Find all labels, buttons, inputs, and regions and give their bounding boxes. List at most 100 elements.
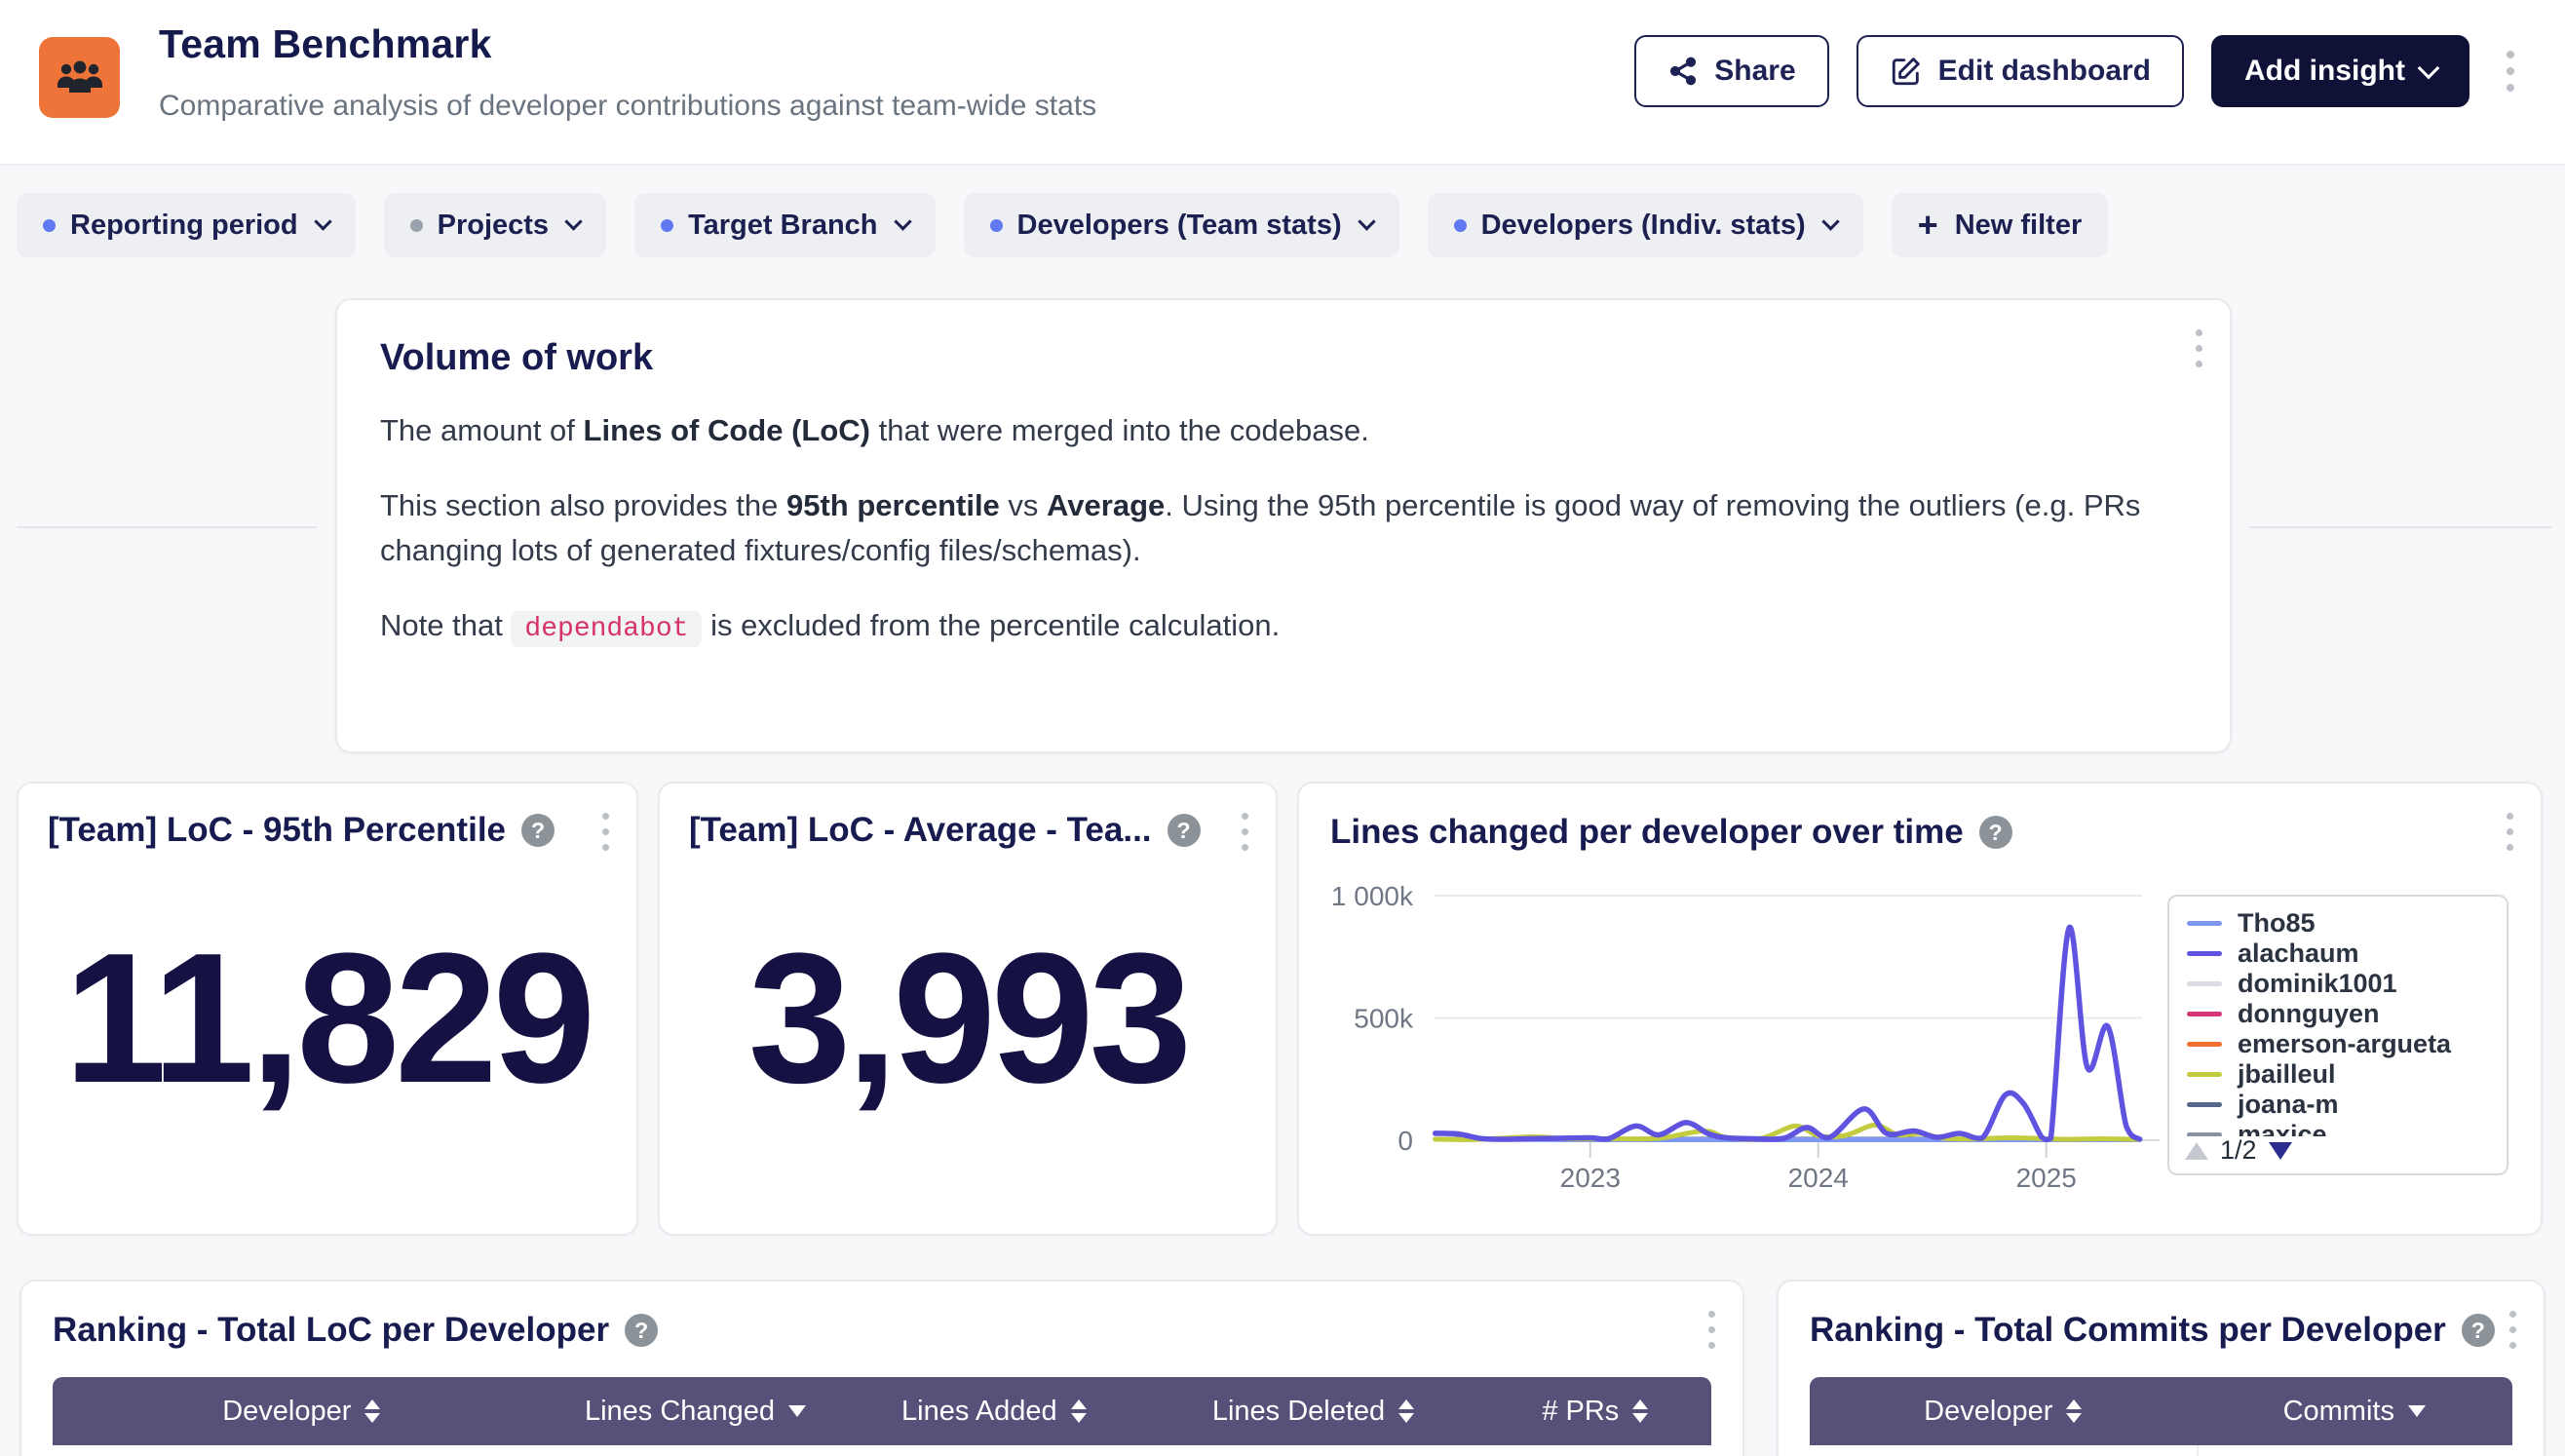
- filter-status-dot: [410, 219, 423, 232]
- stat-card-menu[interactable]: [1232, 807, 1258, 857]
- sort-desc-icon: [2408, 1405, 2426, 1417]
- chart-card-menu[interactable]: [2497, 807, 2523, 857]
- chart-legend: Tho85 alachaum dominik1001 donnguyen eme…: [2167, 895, 2508, 1175]
- header-overflow-menu[interactable]: [2497, 45, 2524, 97]
- column-header-lines-deleted[interactable]: Lines Deleted: [1147, 1396, 1478, 1428]
- filter-chip-reporting-period[interactable]: Reporting period: [17, 193, 356, 257]
- new-filter-label: New filter: [1955, 210, 2083, 242]
- legend-item-label: emerson-argueta: [2238, 1029, 2451, 1059]
- legend-item-alachaum[interactable]: alachaum: [2187, 939, 2507, 969]
- column-header-developer[interactable]: Developer: [1810, 1396, 2197, 1428]
- legend-item-joana-m[interactable]: joana-m: [2187, 1090, 2507, 1120]
- stat-value-loc-95th: 11,829: [48, 850, 607, 1207]
- column-header-commits[interactable]: Commits: [2197, 1396, 2512, 1428]
- legend-page-indicator: 1/2: [2220, 1135, 2257, 1166]
- sort-icon: [1632, 1399, 1648, 1423]
- stat-card-menu[interactable]: [593, 807, 619, 857]
- legend-page-up-icon[interactable]: [2185, 1142, 2208, 1160]
- ranking-commits-table: Developer Commits tomazornour260: [1810, 1377, 2512, 1456]
- legend-line-swatch: [2187, 1072, 2222, 1077]
- filter-chip-target-branch[interactable]: Target Branch: [634, 193, 935, 257]
- filter-chip-label: Reporting period: [70, 210, 298, 242]
- commits-cell: 260: [2197, 1445, 2512, 1456]
- share-icon: [1667, 56, 1699, 87]
- legend-item-jbailleul[interactable]: jbailleul: [2187, 1059, 2507, 1090]
- page-subtitle: Comparative analysis of developer contri…: [159, 90, 1096, 123]
- ranking-loc-menu[interactable]: [1699, 1305, 1725, 1355]
- column-header-lines-changed[interactable]: Lines Changed: [551, 1396, 841, 1428]
- legend-item-dominik1001[interactable]: dominik1001: [2187, 969, 2507, 999]
- dashboard-logo: [39, 37, 120, 118]
- stat-card-loc-average: [Team] LoC - Average - Tea... ? 3,993: [658, 782, 1278, 1236]
- line-chart: 0500k1 000k202320242025: [1318, 860, 2175, 1201]
- help-icon[interactable]: ?: [1168, 814, 1201, 847]
- stat-value-loc-average: 3,993: [689, 850, 1246, 1207]
- table-header-row: Developer Lines Changed Lines AddedLines D…: [53, 1377, 1711, 1445]
- filter-status-dot: [661, 219, 673, 232]
- filter-chip-projects[interactable]: Projects: [384, 193, 606, 257]
- ranking-loc-card: Ranking - Total LoC per Developer ? Deve…: [19, 1280, 1744, 1456]
- help-icon[interactable]: ?: [2462, 1314, 2495, 1347]
- column-header--prs[interactable]: # PRs: [1479, 1396, 1711, 1428]
- volume-paragraph-2: This section also provides the 95th perc…: [380, 483, 2187, 574]
- y-axis-tick: 0: [1397, 1126, 1413, 1156]
- legend-page-down-icon[interactable]: [2269, 1142, 2292, 1160]
- help-icon[interactable]: ?: [521, 814, 555, 847]
- chevron-down-icon: [564, 212, 582, 230]
- chevron-down-icon: [2418, 57, 2440, 79]
- dashboard-page: Team Benchmark Comparative analysis of d…: [0, 0, 2565, 1456]
- lines-changed-chart-card: Lines changed per developer over time ? …: [1297, 782, 2543, 1236]
- legend-item-label: alachaum: [2238, 939, 2359, 969]
- divider-line-left: [17, 526, 317, 528]
- new-filter-button[interactable]: + New filter: [1892, 193, 2109, 257]
- legend-line-swatch: [2187, 981, 2222, 986]
- developer-cell: tomazornour: [1810, 1445, 2197, 1456]
- legend-line-swatch: [2187, 921, 2222, 926]
- legend-item-tho85[interactable]: Tho85: [2187, 908, 2507, 939]
- filter-chip-label: Developers (Indiv. stats): [1481, 210, 1806, 242]
- edit-icon: [1890, 55, 1923, 88]
- share-button[interactable]: Share: [1634, 35, 1828, 107]
- team-people-icon: [55, 58, 105, 97]
- stat-card-title: [Team] LoC - Average - Tea...: [689, 811, 1152, 850]
- column-header-label: Lines Changed: [585, 1396, 775, 1428]
- volume-of-work-card: Volume of work The amount of Lines of Co…: [335, 298, 2232, 753]
- chevron-down-icon: [894, 212, 911, 230]
- filter-status-dot: [43, 219, 56, 232]
- volume-card-menu[interactable]: [2186, 324, 2212, 373]
- ranking-commits-menu[interactable]: [2500, 1305, 2526, 1355]
- legend-item-donnguyen[interactable]: donnguyen: [2187, 999, 2507, 1029]
- filter-chip-label: Developers (Team stats): [1017, 210, 1342, 242]
- help-icon[interactable]: ?: [1979, 816, 2012, 849]
- legend-pagination: 1/2: [2185, 1135, 2292, 1166]
- divider-line-right: [2249, 526, 2551, 528]
- legend-line-swatch: [2187, 951, 2222, 956]
- legend-item-maxice[interactable]: maxice: [2187, 1120, 2507, 1136]
- legend-line-swatch: [2187, 1102, 2222, 1107]
- filter-chip-developers-indiv-stats-[interactable]: Developers (Indiv. stats): [1428, 193, 1863, 257]
- edit-dashboard-button[interactable]: Edit dashboard: [1857, 35, 2184, 107]
- edit-dashboard-label: Edit dashboard: [1938, 55, 2151, 88]
- page-header: Team Benchmark Comparative analysis of d…: [0, 0, 2565, 166]
- chart-card-title: Lines changed per developer over time: [1330, 813, 1964, 852]
- help-icon[interactable]: ?: [625, 1314, 658, 1347]
- column-header-label: Developer: [222, 1396, 351, 1428]
- page-title: Team Benchmark: [159, 21, 492, 67]
- ranking-loc-title: Ranking - Total LoC per Developer: [53, 1311, 609, 1350]
- column-header-lines-added[interactable]: Lines Added: [840, 1396, 1147, 1428]
- legend-item-label: donnguyen: [2238, 999, 2379, 1029]
- ranking-loc-table: Developer Lines Changed Lines AddedLines D…: [53, 1377, 1711, 1456]
- legend-item-label: maxice: [2238, 1120, 2327, 1136]
- sort-icon: [364, 1399, 380, 1423]
- filter-chip-label: Target Branch: [688, 210, 877, 242]
- table-row[interactable]: tomazornour260: [1810, 1445, 2512, 1456]
- legend-item-emerson-argueta[interactable]: emerson-argueta: [2187, 1029, 2507, 1059]
- volume-paragraph-1: The amount of Lines of Code (LoC) that w…: [380, 408, 2187, 454]
- column-header-label: Commits: [2283, 1396, 2394, 1428]
- column-header-developer[interactable]: Developer: [53, 1396, 551, 1428]
- add-insight-button[interactable]: Add insight: [2211, 35, 2469, 107]
- add-insight-label: Add insight: [2244, 55, 2405, 88]
- filter-chip-developers-team-stats-[interactable]: Developers (Team stats): [964, 193, 1399, 257]
- x-axis-tick: 2024: [1788, 1163, 1849, 1193]
- stat-card-title: [Team] LoC - 95th Percentile: [48, 811, 506, 850]
